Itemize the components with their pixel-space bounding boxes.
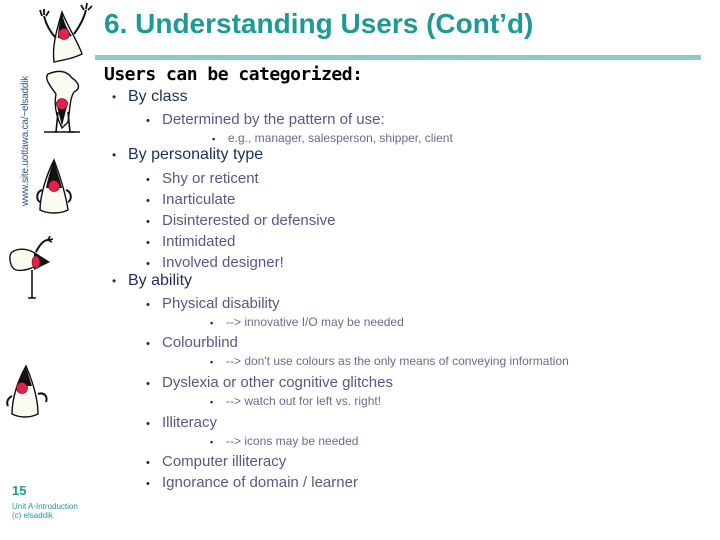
- page-title: 6. Understanding Users (Cont’d): [104, 8, 534, 39]
- duke-mascot-icon: [9, 236, 54, 299]
- list-item: • Involved designer!: [146, 254, 284, 271]
- bullet-icon: •: [146, 258, 150, 270]
- list-item: • Dyslexia or other cognitive glitches: [146, 374, 393, 391]
- note-label: e.g., manager, salesperson, shipper, cli…: [228, 131, 453, 145]
- bullet-icon: •: [146, 216, 150, 228]
- intro-heading: Users can be categorized:: [104, 64, 363, 85]
- list-note: ▪ --> innovative I/O may be needed: [210, 315, 404, 329]
- bullet-icon: •: [146, 174, 150, 186]
- bullet-icon: •: [112, 148, 117, 162]
- list-item: • Shy or reticent: [146, 170, 259, 187]
- list-note: ▪ --> icons may be needed: [210, 434, 358, 448]
- duke-mascot-icon: [39, 2, 93, 63]
- note-label: --> don't use colours as the only means …: [226, 354, 569, 368]
- title-divider: [95, 55, 701, 60]
- bullet-icon: •: [146, 195, 150, 207]
- list-note: ▪ e.g., manager, salesperson, shipper, cl…: [212, 131, 453, 145]
- list-item: • Colourblind: [146, 334, 238, 351]
- item-label: Dyslexia or other cognitive glitches: [162, 374, 393, 391]
- duke-mascot-icon: [44, 70, 80, 133]
- bullet-icon: ▪: [210, 397, 214, 407]
- bullet-icon: •: [146, 457, 150, 469]
- list-item: • Computer illiteracy: [146, 453, 286, 470]
- list-item: • Ignorance of domain / learner: [146, 474, 358, 491]
- item-label: Involved designer!: [162, 254, 284, 271]
- item-label: Ignorance of domain / learner: [162, 474, 358, 491]
- bullet-icon: •: [112, 90, 117, 104]
- section-label: By class: [128, 88, 188, 105]
- item-label: Determined by the pattern of use:: [162, 111, 385, 128]
- bullet-icon: •: [146, 338, 150, 350]
- bullet-icon: ▪: [212, 134, 216, 144]
- bullet-icon: •: [112, 274, 117, 288]
- item-label: Disinterested or defensive: [162, 212, 336, 229]
- list-item: • Inarticulate: [146, 191, 235, 208]
- item-label: Physical disability: [162, 295, 280, 312]
- bullet-icon: •: [146, 478, 150, 490]
- list-item: • Disinterested or defensive: [146, 212, 335, 229]
- list-item: • Determined by the pattern of use:: [146, 111, 385, 128]
- list-item: • Physical disability: [146, 295, 280, 312]
- note-label: --> watch out for left vs. right!: [226, 394, 382, 408]
- section-by-personality-type: • By personality type: [112, 146, 263, 164]
- item-label: Computer illiteracy: [162, 453, 287, 470]
- item-label: Shy or reticent: [162, 170, 259, 187]
- bullet-icon: •: [146, 237, 150, 249]
- bullet-icon: ▪: [210, 437, 214, 447]
- slide-number: 15: [12, 483, 27, 498]
- duke-mascot-icon: [6, 364, 48, 418]
- course-label: Unit A-Introduction: [12, 502, 78, 511]
- duke-mascot-icon: [36, 158, 72, 214]
- list-item: • Illiteracy: [146, 414, 217, 431]
- list-note: ▪ --> watch out for left vs. right!: [210, 394, 381, 408]
- bullet-icon: •: [146, 115, 150, 127]
- section-label: By ability: [128, 272, 193, 289]
- section-by-ability: • By ability: [112, 272, 192, 290]
- copyright-label: (c) elsaddik: [12, 511, 53, 520]
- bullet-icon: •: [146, 418, 150, 430]
- item-label: Intimidated: [162, 233, 236, 250]
- item-label: Illiteracy: [162, 414, 218, 431]
- bullet-icon: ▪: [210, 318, 214, 328]
- list-item: • Intimidated: [146, 233, 235, 250]
- section-label: By personality type: [128, 146, 264, 163]
- list-note: ▪ --> don't use colours as the only means…: [210, 354, 569, 368]
- note-label: --> innovative I/O may be needed: [226, 315, 404, 329]
- bullet-icon: •: [146, 378, 150, 390]
- bullet-icon: •: [146, 299, 150, 311]
- note-label: --> icons may be needed: [226, 434, 359, 448]
- item-label: Inarticulate: [162, 191, 236, 208]
- section-by-class: • By class: [112, 88, 188, 106]
- bullet-icon: ▪: [210, 357, 214, 367]
- item-label: Colourblind: [162, 334, 238, 351]
